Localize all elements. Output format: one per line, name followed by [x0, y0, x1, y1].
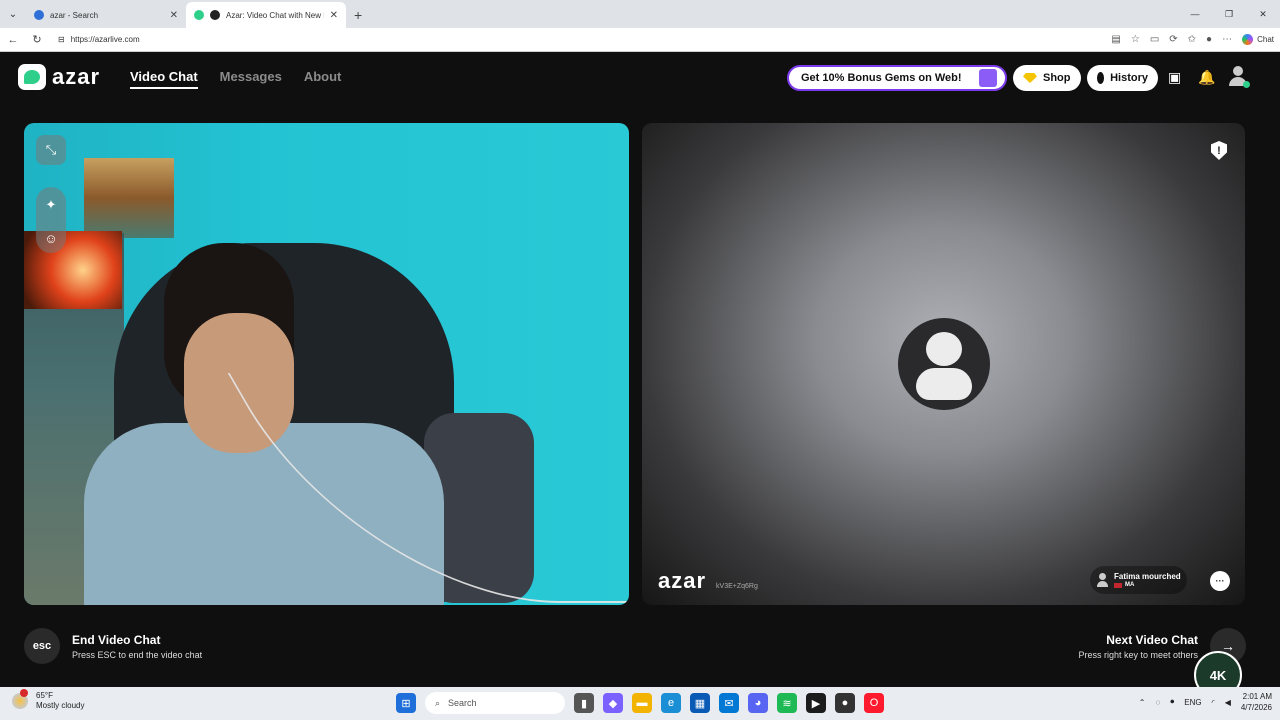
maximize-icon[interactable]: ❐ [1212, 0, 1246, 28]
close-icon[interactable]: ✕ [170, 10, 178, 21]
wifi-icon[interactable]: ◜ [1212, 698, 1215, 707]
close-icon[interactable]: ✕ [330, 10, 338, 21]
message-icon[interactable]: ··· [1210, 571, 1230, 591]
profile-icon[interactable]: ● [1206, 34, 1212, 45]
azar-logo[interactable]: azar [18, 64, 100, 90]
volume-icon[interactable]: ◀ [1225, 698, 1231, 707]
next-chat-info: Next Video Chat Press right key to meet … [1078, 633, 1198, 660]
azar-watermark: azar kV3E+Zq6Rg [658, 568, 758, 593]
partner-info[interactable]: Fatima mourched MA [1090, 566, 1187, 594]
tab-title: Azar: Video Chat with New Fr [226, 10, 324, 20]
browser-tab-bar: ⌄ azar - Search ✕ Azar: Video Chat with … [0, 0, 1280, 28]
new-tab-button[interactable]: + [346, 2, 370, 28]
flag-icon [1114, 582, 1122, 588]
minimize-video-button[interactable]: ⤡ [36, 135, 66, 165]
copilot-icon [1242, 34, 1254, 45]
language-indicator[interactable]: ENG [1184, 698, 1201, 707]
copilot-app-icon[interactable]: ◆ [603, 693, 623, 713]
file-explorer-icon[interactable]: ▬ [632, 693, 652, 713]
chevron-up-icon[interactable]: ⌃ [1139, 698, 1146, 707]
shop-button[interactable]: Shop [1013, 65, 1081, 91]
shrink-icon: ⤡ [45, 142, 57, 157]
watermark-id: kV3E+Zq6Rg [716, 583, 758, 590]
minimize-icon[interactable]: — [1178, 0, 1212, 28]
site-info-icon[interactable]: ⊟ [58, 35, 65, 44]
taskbar: 65°F Mostly cloudy ⊞ ⌕ Search ▮ ◆ ▬ e ▦ … [0, 687, 1280, 720]
partner-name: Fatima mourched [1114, 572, 1181, 581]
url-field[interactable]: ⊟ https://azarlive.com [54, 31, 1101, 49]
partner-country: MA [1114, 582, 1181, 588]
system-clock[interactable]: 2:01 AM 4/7/2026 [1241, 691, 1272, 713]
gem-icon [1023, 73, 1037, 83]
extensions-icon[interactable]: ⟳ [1169, 34, 1177, 45]
system-tray: ⌃ ◌ ⏺ ENG ◜ ◀ 2:01 AM 4/7/2026 [1139, 691, 1272, 713]
weather-icon [12, 689, 28, 709]
main-nav: Video Chat Messages About [130, 69, 341, 89]
discord-icon[interactable]: ◕ [748, 693, 768, 713]
back-icon[interactable]: ← [6, 34, 20, 46]
search-icon: ⌕ [435, 697, 441, 708]
azar-favicon-icon [194, 10, 204, 20]
nav-about[interactable]: About [304, 69, 342, 89]
microphone-icon[interactable]: ⏺ [1170, 697, 1174, 707]
bell-icon[interactable]: 🔔 [1198, 69, 1215, 86]
favorites-bar-icon[interactable]: ✩ [1188, 34, 1196, 45]
history-button[interactable]: History [1087, 65, 1158, 91]
windows-start-icon[interactable]: ⊞ [396, 693, 416, 713]
reader-icon[interactable]: ▤ [1111, 34, 1120, 45]
app-header: azar Video Chat Messages About Get 10% B… [0, 53, 1280, 103]
weather-condition: Mostly cloudy [36, 701, 85, 710]
task-view-icon[interactable]: ▮ [574, 693, 594, 713]
online-indicator [1243, 81, 1250, 88]
temperature: 65°F [36, 691, 53, 700]
taskbar-search[interactable]: ⌕ Search [425, 692, 565, 714]
end-chat-info: End Video Chat Press ESC to end the vide… [72, 633, 203, 660]
mask-button[interactable]: ☺ [36, 223, 66, 253]
store-app-icon[interactable]: ▦ [690, 693, 710, 713]
azar-app: azar Video Chat Messages About Get 10% B… [0, 53, 1280, 699]
partner-avatar-icon [1096, 573, 1108, 587]
report-shield-icon[interactable]: ! [1211, 141, 1227, 160]
partner-placeholder-avatar [898, 318, 990, 410]
clock-icon [1097, 72, 1105, 84]
capcut-icon[interactable]: ▶ [806, 693, 826, 713]
user-avatar[interactable] [1228, 66, 1250, 88]
tab-azar[interactable]: Azar: Video Chat with New Fr ✕ [186, 2, 346, 28]
gift-icon [979, 69, 997, 87]
end-chat-button[interactable]: esc [24, 628, 60, 664]
recording-icon [210, 10, 220, 20]
face-mask-icon: ☺ [44, 230, 58, 246]
opera-icon[interactable]: O [864, 693, 884, 713]
url-text: https://azarlive.com [70, 35, 140, 44]
local-video: ⤡ ✦ ☺ [24, 123, 629, 605]
network-icon[interactable]: ◌ [1155, 698, 1160, 707]
camera-icon[interactable]: ▭ [1150, 34, 1159, 45]
favorite-icon[interactable]: ☆ [1131, 34, 1140, 45]
outlook-icon[interactable]: ✉ [719, 693, 739, 713]
address-bar: ← ↻ ⊟ https://azarlive.com ▤ ☆ ▭ ⟳ ✩ ● ⋯… [0, 28, 1280, 52]
spotify-icon[interactable]: ≋ [777, 693, 797, 713]
wall-poster [84, 158, 174, 238]
magic-wand-icon: ✦ [45, 197, 57, 212]
nav-messages[interactable]: Messages [220, 69, 282, 89]
remote-video: ! azar kV3E+Zq6Rg Fatima mourched MA ··· [642, 123, 1245, 605]
tab-actions-menu[interactable]: ⌄ [0, 0, 26, 28]
bonus-gems-promo-button[interactable]: Get 10% Bonus Gems on Web! [787, 65, 1007, 91]
tab-title: azar - Search [50, 10, 99, 20]
chat-button[interactable]: Chat [1242, 34, 1274, 45]
store-icon[interactable]: ▣ [1168, 69, 1181, 86]
effects-button[interactable]: ✦ [36, 187, 66, 223]
more-icon[interactable]: ⋯ [1222, 34, 1232, 45]
nav-video-chat[interactable]: Video Chat [130, 69, 198, 89]
weather-widget[interactable]: 65°F Mostly cloudy [12, 689, 85, 711]
obs-icon[interactable]: ● [835, 693, 855, 713]
azar-logo-icon [18, 64, 46, 90]
window-controls: — ❐ ✕ [1178, 0, 1280, 28]
search-icon [34, 10, 44, 20]
refresh-icon[interactable]: ↻ [30, 33, 44, 46]
tab-search[interactable]: azar - Search ✕ [26, 2, 186, 28]
close-window-icon[interactable]: ✕ [1246, 0, 1280, 28]
edge-icon[interactable]: e [661, 693, 681, 713]
